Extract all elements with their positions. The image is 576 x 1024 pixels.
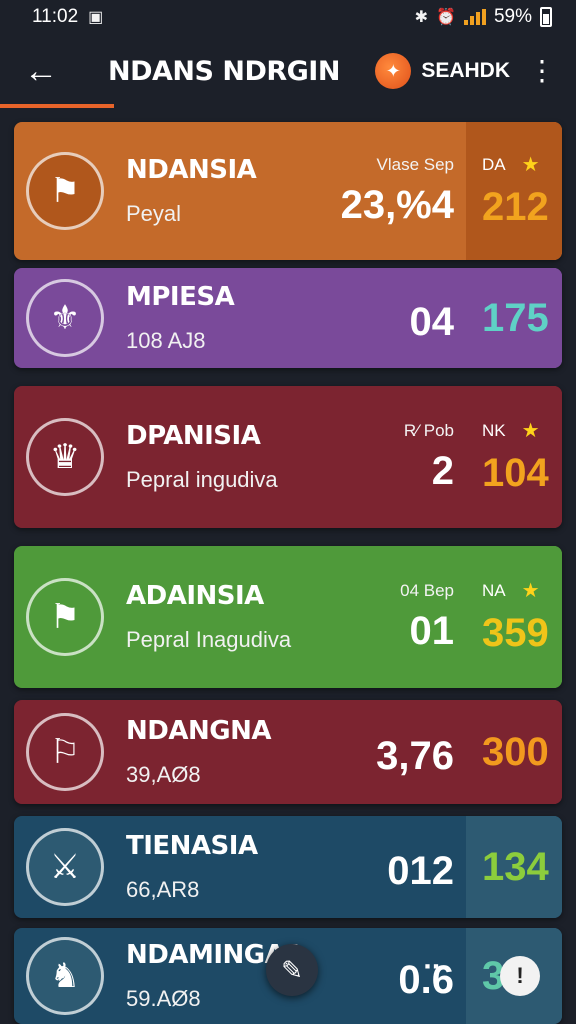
- status-bar: 11:02 ▣ ✱ ⏰ 59%: [0, 0, 576, 34]
- score-label: NK: [482, 420, 506, 440]
- mid-stat-label: 04 Bep: [400, 580, 454, 600]
- team-subtitle: Pepral ingudiva: [126, 467, 278, 492]
- team-card[interactable]: ⚔ TIENASIA 66,AR8 012 134: [14, 816, 562, 918]
- team-name: ADAINSIA: [126, 581, 264, 611]
- back-arrow-icon[interactable]: ←: [24, 52, 64, 91]
- team-subtitle: 108 AJ8: [126, 328, 206, 353]
- mid-stat-value: 01: [409, 608, 455, 653]
- team-subtitle: 66,AR8: [126, 877, 200, 902]
- team-info: TIENASIA 66,AR8: [126, 831, 258, 903]
- brand-logo-icon: ✦: [375, 53, 412, 89]
- mid-stat-value: 012: [387, 848, 454, 893]
- battery-icon: [540, 7, 552, 27]
- mid-stat-value: 23,%4: [340, 182, 454, 227]
- bluetooth-icon: ✱: [414, 9, 429, 26]
- team-subtitle: Pepral Inagudiva: [126, 627, 292, 652]
- team-score-panel: 300: [466, 700, 562, 804]
- team-card[interactable]: ⚑ NDANSIA Peyal Vlase Sep 23,%4 DA ★ 212: [14, 122, 562, 260]
- team-crest-icon: ⚑: [26, 578, 104, 656]
- team-score: 104: [482, 451, 549, 495]
- team-score: 212: [482, 185, 549, 229]
- status-time-group: 11:02 ▣: [32, 6, 103, 28]
- team-score-panel: NK ★ 104: [466, 386, 562, 528]
- team-crest-icon: ⚔: [26, 828, 104, 906]
- mid-stat-value: 0.̈6: [398, 957, 454, 1002]
- tab-indicator: [0, 104, 114, 108]
- team-name: MPIESA: [126, 282, 235, 312]
- score-label: DA: [482, 154, 506, 174]
- team-crest-icon: ♞: [26, 937, 104, 1015]
- alarm-icon: ⏰: [436, 9, 456, 26]
- page-title: NDANS NDRGIN: [108, 55, 340, 87]
- team-score: 134: [482, 844, 549, 889]
- battery-percent: 59%: [493, 6, 532, 27]
- team-score-panel: 134: [466, 816, 562, 918]
- team-subtitle: Peyal: [126, 201, 182, 226]
- team-mid-stat: Vlase Sep 23,%4: [341, 155, 454, 228]
- score-label-row: NK ★: [482, 418, 562, 443]
- star-icon[interactable]: ★: [522, 418, 540, 443]
- search-label: SEAHDK: [421, 59, 510, 82]
- app-bar: ← NDANS NDRGIN ✦ SEAHDK ⋮: [0, 34, 576, 108]
- team-mid-stat: 04 Bep 01: [400, 581, 454, 654]
- score-label-row: NA ★: [482, 578, 562, 603]
- search-button[interactable]: ✦ SEAHDK: [375, 53, 510, 89]
- status-right: ✱ ⏰ 59%: [415, 6, 552, 28]
- team-score: 175: [482, 295, 549, 340]
- star-icon[interactable]: ★: [522, 578, 540, 603]
- team-name: NDANGNA: [126, 716, 271, 746]
- team-info: NDANGNA 39,AØ8: [126, 716, 271, 788]
- team-mid-stat: 04: [410, 292, 455, 345]
- status-time: 11:02: [32, 6, 79, 27]
- team-info: NDANSIA Peyal: [126, 155, 257, 227]
- mid-stat-label: Vlase Sep: [376, 154, 455, 174]
- team-score-panel: 175: [466, 268, 562, 368]
- team-score: 300: [482, 729, 549, 774]
- team-info: ADAINSIA Pepral Inagudiva: [126, 581, 291, 653]
- mid-stat-value: 04: [409, 299, 455, 344]
- team-mid-stat: 0.̈6: [398, 950, 454, 1003]
- team-mid-stat: R⁄ Pob 2: [404, 421, 454, 494]
- mid-stat-value: 3,76: [376, 733, 454, 778]
- edit-fab-button[interactable]: ✎: [266, 944, 318, 996]
- team-score-panel: NA ★ 359: [466, 546, 562, 688]
- team-mid-stat: 012: [387, 841, 454, 894]
- mid-stat-value: 2: [431, 448, 454, 493]
- team-info: DPANISIA Pepral ingudiva: [126, 421, 278, 493]
- team-mid-stat: 3,76: [376, 726, 454, 779]
- team-crest-icon: ⚜: [26, 279, 104, 357]
- team-card[interactable]: ⚑ ADAINSIA Pepral Inagudiva 04 Bep 01 NA…: [14, 546, 562, 688]
- team-card[interactable]: ⚐ NDANGNA 39,AØ8 3,76 300: [14, 700, 562, 804]
- more-options-icon[interactable]: ⋮: [528, 57, 556, 85]
- star-icon[interactable]: ★: [522, 152, 540, 177]
- team-subtitle: 39,AØ8: [126, 762, 201, 787]
- team-crest-icon: ♛: [26, 418, 104, 496]
- team-name: DPANISIA: [126, 421, 261, 451]
- team-card[interactable]: ⚜ MPIESA 108 AJ8 04 175: [14, 268, 562, 368]
- team-name: NDANSIA: [126, 155, 257, 185]
- team-info: MPIESA 108 AJ8: [126, 282, 235, 354]
- score-label-row: DA ★: [482, 152, 562, 177]
- gallery-icon: ▣: [88, 9, 104, 26]
- info-button[interactable]: !: [500, 956, 540, 996]
- team-crest-icon: ⚑: [26, 152, 104, 230]
- team-score: 359: [482, 611, 549, 655]
- signal-icon: [463, 9, 486, 25]
- team-score-panel: DA ★ 212: [466, 122, 562, 260]
- team-name: TIENASIA: [126, 831, 258, 861]
- score-label: NA: [482, 580, 506, 600]
- team-list: ⚑ NDANSIA Peyal Vlase Sep 23,%4 DA ★ 212 …: [14, 122, 562, 1024]
- mid-stat-label: R⁄ Pob: [403, 420, 454, 440]
- team-crest-icon: ⚐: [26, 713, 104, 791]
- team-card[interactable]: ♛ DPANISIA Pepral ingudiva R⁄ Pob 2 NK ★ …: [14, 386, 562, 528]
